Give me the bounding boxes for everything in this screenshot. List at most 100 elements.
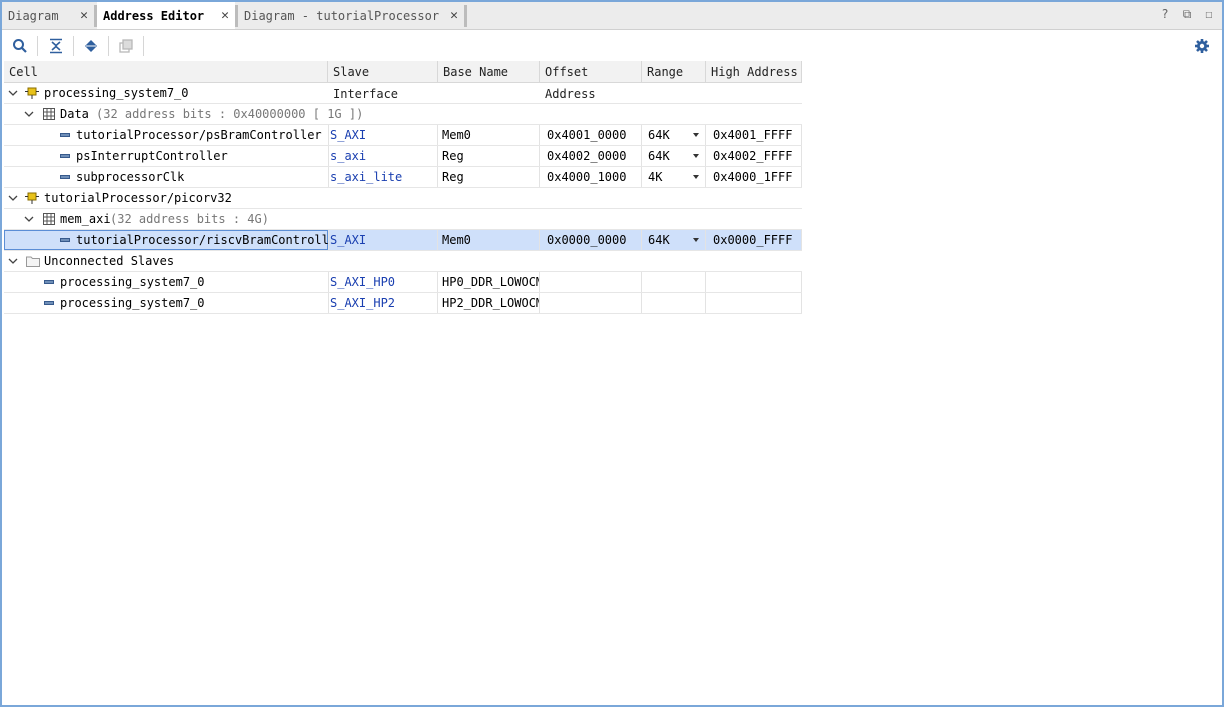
slave-interface-icon xyxy=(44,301,54,305)
range-select[interactable]: 64K xyxy=(642,125,706,145)
table-row[interactable]: mem_axi (32 address bits : 4G) xyxy=(4,209,802,230)
folder-name: Unconnected Slaves xyxy=(44,254,175,268)
slave-cell-name: psInterruptController xyxy=(76,149,228,163)
chevron-down-icon[interactable] xyxy=(24,215,34,223)
range-select[interactable]: 4K xyxy=(642,167,706,187)
address-space-detail: (32 address bits : 0x40000000 [ 1G ]) xyxy=(96,107,364,121)
range-value: 4K xyxy=(648,170,663,184)
dropdown-arrow-icon[interactable] xyxy=(693,133,699,137)
table-row[interactable]: tutorialProcessor/psBramController S_AXI… xyxy=(4,125,802,146)
slave-cell-name: processing_system7_0 xyxy=(60,296,205,310)
cell-name: Data (32 address bits : 0x40000000 [ 1G … xyxy=(4,104,802,124)
dropdown-arrow-icon[interactable] xyxy=(693,154,699,158)
cell-name: processing_system7_0 xyxy=(4,272,328,292)
restore-icon[interactable]: ⧉ xyxy=(1180,7,1194,22)
column-header-base-name[interactable]: Base Name xyxy=(438,61,540,82)
high-address: 0x0000_FFFF xyxy=(706,230,802,250)
column-header-high-address[interactable]: High Address xyxy=(706,61,802,82)
table-row[interactable]: subprocessorClk s_axi_lite Reg 0x4000_10… xyxy=(4,167,802,188)
table-row[interactable]: tutorialProcessor/picorv32 xyxy=(4,188,802,209)
high-address: 0x4000_1FFF xyxy=(706,167,802,187)
cell-name: Unconnected Slaves xyxy=(4,251,802,271)
table-row[interactable]: tutorialProcessor/riscvBramController S_… xyxy=(4,230,802,251)
address-space-detail: (32 address bits : 4G) xyxy=(110,212,269,226)
cell-name: tutorialProcessor/psBramController xyxy=(4,125,328,145)
offset-address[interactable]: 0x4002_0000 xyxy=(540,146,642,166)
address-space-icon xyxy=(43,108,55,120)
cell-name: tutorialProcessor/riscvBramController xyxy=(4,230,328,250)
range-select[interactable]: 64K xyxy=(642,146,706,166)
address-table: Cell Slave Interface Base Name Offset Ad… xyxy=(4,61,802,314)
master-name: processing_system7_0 xyxy=(44,86,189,100)
slave-interface-icon xyxy=(60,154,70,158)
search-icon[interactable] xyxy=(10,36,30,56)
master-interface-icon xyxy=(25,87,39,99)
toolbar xyxy=(2,30,1222,61)
toolbar-divider xyxy=(143,36,144,56)
column-header-range[interactable]: Range xyxy=(642,61,706,82)
base-name: Reg xyxy=(438,146,540,166)
close-icon[interactable]: ✕ xyxy=(221,8,229,23)
offset-address[interactable]: 0x4001_0000 xyxy=(540,125,642,145)
slave-interface: S_AXI xyxy=(328,125,438,145)
offset-address[interactable] xyxy=(540,272,642,292)
address-space-name: mem_axi xyxy=(60,212,111,226)
window-controls: ? ⧉ ☐ xyxy=(1158,7,1216,22)
high-address: 0x4001_FFFF xyxy=(706,125,802,145)
table-row[interactable]: Data (32 address bits : 0x40000000 [ 1G … xyxy=(4,104,802,125)
chevron-down-icon[interactable] xyxy=(8,194,18,202)
gear-icon[interactable] xyxy=(1192,36,1212,56)
chevron-down-icon[interactable] xyxy=(8,89,18,97)
table-row[interactable]: processing_system7_0 S_AXI_HP0 HP0_DDR_L… xyxy=(4,272,802,293)
offset-address[interactable] xyxy=(540,293,642,313)
high-address xyxy=(706,293,802,313)
table-row[interactable]: Unconnected Slaves xyxy=(4,251,802,272)
close-icon[interactable]: ✕ xyxy=(80,8,88,23)
base-name: HP0_DDR_LOWOCM xyxy=(438,272,540,292)
close-icon[interactable]: ✕ xyxy=(450,8,458,23)
tab-address-editor[interactable]: Address Editor ✕ xyxy=(97,2,235,29)
slave-cell-name: processing_system7_0 xyxy=(60,275,205,289)
slave-cell-name: subprocessorClk xyxy=(76,170,185,184)
range-value: 64K xyxy=(648,149,670,163)
tab-diagram-tutorialprocessor[interactable]: Diagram - tutorialProcessor ✕ xyxy=(238,2,464,29)
slave-interface: s_axi xyxy=(328,146,438,166)
slave-interface-icon xyxy=(60,175,70,179)
range-select[interactable]: 64K xyxy=(642,230,706,250)
slave-interface: s_axi_lite xyxy=(328,167,438,187)
address-editor-window: Diagram ✕ Address Editor ✕ Diagram - tut… xyxy=(0,0,1224,707)
dropdown-arrow-icon[interactable] xyxy=(693,238,699,242)
table-row[interactable]: processing_system7_0 S_AXI_HP2 HP2_DDR_L… xyxy=(4,293,802,314)
table-row[interactable]: psInterruptController s_axi Reg 0x4002_0… xyxy=(4,146,802,167)
toolbar-divider xyxy=(108,36,109,56)
column-header-offset-address[interactable]: Offset Address xyxy=(540,61,642,101)
slave-interface: S_AXI xyxy=(328,230,438,250)
folder-icon xyxy=(26,256,40,267)
tab-diagram[interactable]: Diagram ✕ xyxy=(2,2,94,29)
help-icon[interactable]: ? xyxy=(1158,7,1172,22)
high-address: 0x4002_FFFF xyxy=(706,146,802,166)
offset-address[interactable]: 0x0000_0000 xyxy=(540,230,642,250)
auto-assign-icon[interactable] xyxy=(116,36,136,56)
chevron-down-icon[interactable] xyxy=(24,110,34,118)
range-value: 64K xyxy=(648,233,670,247)
cell-name: mem_axi (32 address bits : 4G) xyxy=(4,209,802,229)
column-header-slave-interface[interactable]: Slave Interface xyxy=(328,61,438,101)
expand-all-icon[interactable] xyxy=(81,36,101,56)
range-select[interactable] xyxy=(642,293,706,313)
address-space-icon xyxy=(43,213,55,225)
slave-cell-name: tutorialProcessor/psBramController xyxy=(76,128,322,142)
range-select[interactable] xyxy=(642,272,706,292)
tab-bar: Diagram ✕ Address Editor ✕ Diagram - tut… xyxy=(2,2,1222,30)
cell-name: psInterruptController xyxy=(4,146,328,166)
table-row[interactable]: processing_system7_0 xyxy=(4,83,802,104)
column-header-cell[interactable]: Cell xyxy=(4,61,328,82)
cell-name: processing_system7_0 xyxy=(4,83,802,103)
tab-diagram-label: Diagram xyxy=(8,8,59,23)
collapse-all-icon[interactable] xyxy=(46,36,66,56)
offset-address[interactable]: 0x4000_1000 xyxy=(540,167,642,187)
chevron-down-icon[interactable] xyxy=(8,257,18,265)
dropdown-arrow-icon[interactable] xyxy=(693,175,699,179)
tab-address-editor-label: Address Editor xyxy=(103,8,205,23)
maximize-icon[interactable]: ☐ xyxy=(1202,7,1216,22)
